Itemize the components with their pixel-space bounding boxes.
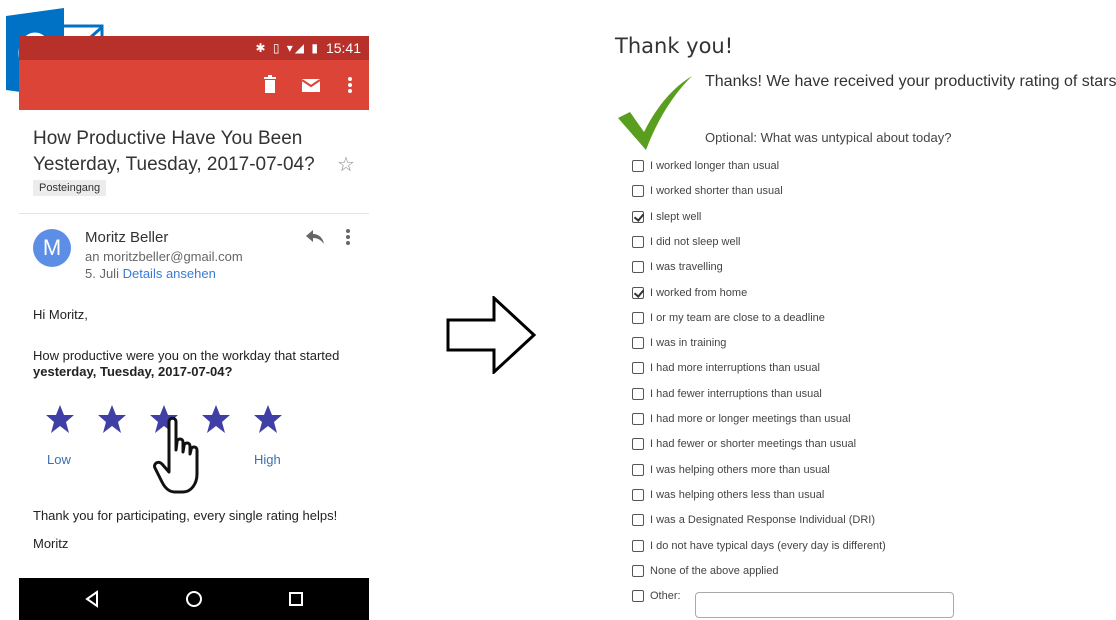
- rating-star-5[interactable]: [253, 404, 283, 434]
- checkbox-unchecked[interactable]: [632, 539, 644, 552]
- checkbox-label: I had more or longer meetings than usual: [650, 413, 851, 425]
- more-vert-icon[interactable]: [345, 228, 351, 246]
- checkbox-checked[interactable]: [632, 210, 644, 223]
- status-icons: ✱ ▯ ▾◢ ▮: [255, 41, 320, 55]
- checkbox-option[interactable]: I was helping others more than usual: [632, 462, 830, 478]
- checkbox-option[interactable]: I was travelling: [632, 259, 723, 275]
- checkbox-unchecked[interactable]: [632, 413, 644, 425]
- checkbox-option[interactable]: I worked longer than usual: [632, 158, 779, 174]
- checkbox-checked[interactable]: [632, 286, 644, 299]
- checkbox-option[interactable]: I was in training: [632, 335, 726, 351]
- star-outline-icon[interactable]: ☆: [337, 152, 355, 177]
- checkbox-label: I had more interruptions than usual: [650, 362, 820, 375]
- checkbox-label: I worked from home: [650, 286, 748, 299]
- rating-low-label: Low: [47, 452, 71, 467]
- checkbox-unchecked[interactable]: [632, 235, 644, 248]
- checkbox-unchecked[interactable]: [632, 387, 644, 400]
- checkbox-label: None of the above applied: [650, 564, 779, 577]
- checkbox-unchecked[interactable]: [632, 337, 644, 350]
- checkbox-unchecked[interactable]: [632, 261, 644, 274]
- checkbox-option[interactable]: I did not sleep well: [632, 234, 741, 250]
- status-bar: ✱ ▯ ▾◢ ▮ 15:41: [19, 36, 369, 60]
- checkbox-unchecked[interactable]: [632, 362, 644, 375]
- rating-high-label: High: [254, 452, 281, 467]
- greeting: Hi Moritz,: [33, 307, 88, 322]
- checkbox-label: I worked shorter than usual: [650, 185, 783, 198]
- checkmark-icon: [618, 76, 692, 150]
- recipient-line: an moritzbeller@gmail.com: [85, 249, 243, 264]
- status-time: 15:41: [325, 40, 361, 56]
- checkbox-label: Other:: [650, 590, 681, 603]
- mail-icon[interactable]: [300, 74, 322, 96]
- checkbox-unchecked[interactable]: [632, 463, 644, 476]
- checkbox-option[interactable]: I worked shorter than usual: [632, 183, 783, 199]
- checkbox-option[interactable]: I slept well: [632, 209, 701, 225]
- checkbox-option[interactable]: Other:: [632, 588, 681, 604]
- reply-icon[interactable]: [305, 228, 325, 246]
- sender-name: Moritz Beller: [85, 229, 169, 246]
- question-text: How productive were you on the workday t…: [33, 348, 340, 363]
- delete-icon[interactable]: [259, 74, 281, 96]
- page-title: Thank you!: [615, 34, 734, 58]
- email-date: 5. Juli: [85, 266, 119, 281]
- checkbox-label: I had fewer interruptions than usual: [650, 387, 822, 400]
- checkbox-label: I was helping others less than usual: [650, 488, 825, 501]
- pointing-hand-icon: [153, 416, 199, 494]
- checkbox-unchecked[interactable]: [632, 160, 644, 172]
- rating-star-1[interactable]: [45, 404, 75, 434]
- checkbox-option[interactable]: I do not have typical days (every day is…: [632, 538, 886, 554]
- checkbox-unchecked[interactable]: [632, 488, 644, 501]
- right-arrow-icon: [446, 296, 537, 374]
- app-bar: [19, 60, 369, 110]
- checkbox-unchecked[interactable]: [632, 564, 644, 577]
- email-phone-screen: ✱ ▯ ▾◢ ▮ 15:41 How Productive Have You B…: [19, 36, 369, 620]
- more-vert-icon[interactable]: [339, 74, 361, 96]
- home-icon[interactable]: [185, 590, 203, 608]
- rating-question: How productive were you on the workday t…: [33, 348, 363, 380]
- checkbox-unchecked[interactable]: [632, 438, 644, 451]
- folder-label: Posteingang: [33, 180, 107, 196]
- checkbox-label: I did not sleep well: [650, 235, 741, 248]
- signature: Moritz: [33, 536, 69, 551]
- checkbox-label: I was in training: [650, 337, 727, 350]
- checkbox-unchecked[interactable]: [632, 590, 644, 603]
- checkbox-option[interactable]: I had fewer or shorter meetings than usu…: [632, 436, 856, 452]
- checkbox-label: I slept well: [650, 210, 702, 223]
- checkbox-option[interactable]: I had fewer interruptions than usual: [632, 386, 822, 402]
- details-link[interactable]: Details ansehen: [123, 266, 216, 281]
- thanks-message: Thank you for participating, every singl…: [33, 508, 338, 523]
- checkbox-label: I was a Designated Response Individual (…: [650, 514, 876, 527]
- checkbox-label: I do not have typical days (every day is…: [650, 539, 886, 552]
- checkbox-unchecked[interactable]: [632, 514, 644, 527]
- back-icon[interactable]: [83, 590, 101, 608]
- date-line: 5. Juli Details ansehen: [85, 266, 216, 281]
- checkbox-option[interactable]: I was helping others less than usual: [632, 487, 824, 503]
- other-text-input[interactable]: [695, 592, 954, 618]
- recents-icon[interactable]: [287, 590, 305, 608]
- checkbox-option[interactable]: I had more or longer meetings than usual: [632, 411, 851, 427]
- subject-text: How Productive Have You Been Yesterday, …: [33, 128, 315, 175]
- checkbox-label: I or my team are close to a deadline: [650, 311, 825, 324]
- optional-prompt: Optional: What was untypical about today…: [705, 130, 952, 145]
- checkbox-label: I was helping others more than usual: [650, 463, 830, 476]
- checkbox-unchecked[interactable]: [632, 185, 644, 198]
- question-date: yesterday, Tuesday, 2017-07-04?: [33, 364, 233, 379]
- checkbox-option[interactable]: I was a Designated Response Individual (…: [632, 512, 875, 528]
- checkbox-unchecked[interactable]: [632, 311, 644, 324]
- checkbox-label: I worked longer than usual: [650, 160, 780, 172]
- avatar: M: [33, 229, 71, 267]
- divider: [19, 213, 369, 214]
- checkbox-label: I had fewer or shorter meetings than usu…: [650, 438, 857, 451]
- checkbox-option[interactable]: I or my team are close to a deadline: [632, 310, 825, 326]
- checkbox-option[interactable]: I worked from home: [632, 285, 747, 301]
- rating-star-2[interactable]: [97, 404, 127, 434]
- checkbox-label: I was travelling: [650, 261, 723, 274]
- checkbox-option[interactable]: I had more interruptions than usual: [632, 360, 820, 376]
- android-nav-bar: [19, 578, 369, 620]
- confirmation-text: Thanks! We have received your productivi…: [705, 73, 1116, 90]
- checkbox-option[interactable]: None of the above applied: [632, 563, 778, 579]
